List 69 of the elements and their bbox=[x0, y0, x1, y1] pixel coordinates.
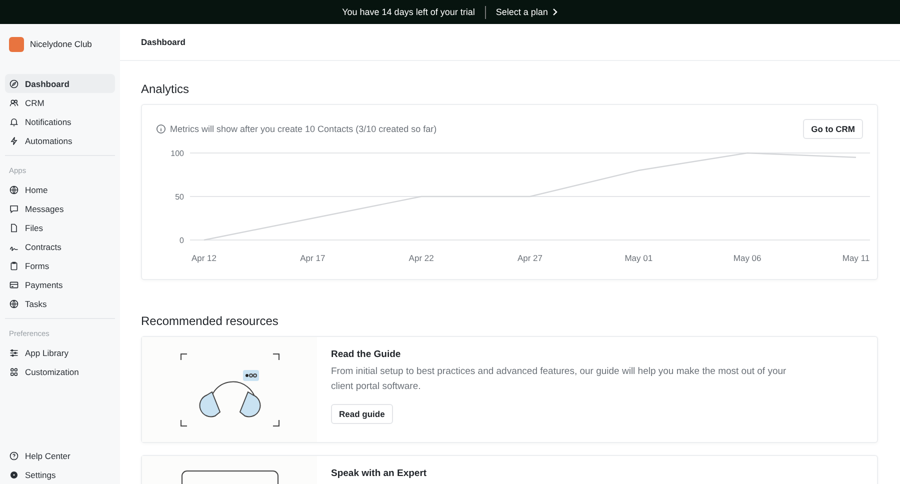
sidebar-item[interactable]: Payments bbox=[5, 275, 115, 294]
axis-label: Apr 17 bbox=[300, 253, 326, 263]
sidebar-label: Tasks bbox=[25, 298, 47, 308]
sidebar-item[interactable]: Messages bbox=[5, 199, 115, 218]
section-heading: Analytics bbox=[141, 82, 190, 96]
resource-title: Speak with an Expert bbox=[331, 468, 427, 479]
sidebar-label: Notifications bbox=[25, 116, 72, 126]
sidebar-label: Automations bbox=[25, 136, 72, 146]
sidebar-item[interactable]: Help Center bbox=[5, 446, 115, 465]
clipboard-icon bbox=[9, 260, 19, 270]
globe-icon bbox=[9, 298, 19, 308]
sidebar-item[interactable]: Dashboard bbox=[5, 74, 115, 93]
resource-description: From initial setup to best practices and advanced features, our guide will help you make the most out of your client portal software. bbox=[331, 365, 788, 394]
help-icon bbox=[9, 450, 19, 460]
axis-label: Apr 12 bbox=[191, 253, 217, 263]
go-to-crm-button[interactable]: Go to CRM bbox=[803, 119, 863, 139]
bell-icon bbox=[9, 116, 19, 126]
sidebar-item[interactable]: Home bbox=[5, 180, 115, 199]
page-title: Dashboard bbox=[120, 24, 900, 61]
compass-icon bbox=[9, 78, 19, 88]
card-icon bbox=[9, 280, 19, 290]
axis-label: 100 bbox=[170, 149, 184, 158]
metrics-notice: Metrics will show after you create 10 Contacts (3/10 created so far) bbox=[170, 124, 437, 134]
sidebar-label: Home bbox=[25, 184, 48, 194]
sidebar-label: Contracts bbox=[25, 242, 62, 252]
axis-label: May 11 bbox=[842, 253, 870, 263]
sidebar-item[interactable]: Notifications bbox=[5, 112, 115, 131]
workspace-name: Nicelydone Club bbox=[30, 39, 92, 49]
grid-icon bbox=[9, 366, 19, 376]
globe-icon bbox=[9, 184, 19, 194]
sidebar-label: Customization bbox=[25, 366, 79, 376]
chevron-icon bbox=[552, 8, 558, 16]
axis-label: May 01 bbox=[624, 253, 653, 263]
sidebar-label: Files bbox=[25, 222, 43, 232]
sliders-icon bbox=[9, 348, 19, 358]
axis-label: Apr 27 bbox=[517, 253, 543, 263]
sidebar-label: App Library bbox=[25, 348, 68, 358]
sidebar-label: Dashboard bbox=[25, 78, 70, 88]
trial-message: You have 14 days left of your trial bbox=[342, 7, 475, 17]
sidebar-label: Settings bbox=[25, 470, 56, 480]
axis-label: 50 bbox=[175, 192, 184, 202]
sidebar-label: Messages bbox=[25, 204, 64, 214]
info-icon bbox=[156, 124, 166, 134]
select-plan-link[interactable]: Select a plan bbox=[496, 7, 558, 17]
sidebar-item[interactable]: Automations bbox=[5, 131, 115, 150]
sidebar-label: CRM bbox=[25, 98, 44, 108]
axis-label: 0 bbox=[180, 236, 184, 245]
sidebar-item[interactable]: Settings bbox=[5, 465, 115, 484]
sidebar-item[interactable]: App Library bbox=[5, 343, 115, 362]
users-icon bbox=[9, 98, 19, 108]
sidebar-label: Payments bbox=[25, 280, 63, 290]
settings-icon bbox=[9, 470, 19, 480]
sidebar-label: Help Center bbox=[25, 450, 70, 460]
sidebar-item[interactable]: Customization bbox=[5, 362, 115, 381]
logo-icon bbox=[9, 36, 24, 52]
read-guide-button[interactable]: Read guide bbox=[331, 404, 393, 424]
lightning-icon bbox=[9, 136, 19, 146]
axis-label: May 06 bbox=[733, 253, 762, 263]
sidebar-item[interactable]: CRM bbox=[5, 93, 115, 112]
sidebar-item[interactable]: Files bbox=[5, 218, 115, 237]
sidebar-item[interactable]: Tasks bbox=[5, 294, 115, 313]
sidebar-label: Forms bbox=[25, 260, 50, 270]
axis-label: Apr 22 bbox=[408, 253, 434, 263]
chat-icon bbox=[9, 204, 19, 214]
resource-title: Read the Guide bbox=[331, 349, 401, 360]
file-icon bbox=[9, 222, 19, 232]
sidebar-item[interactable]: Contracts bbox=[5, 237, 115, 256]
section-heading: Recommended resources bbox=[141, 314, 280, 328]
sidebar-item[interactable]: Forms bbox=[5, 256, 115, 275]
